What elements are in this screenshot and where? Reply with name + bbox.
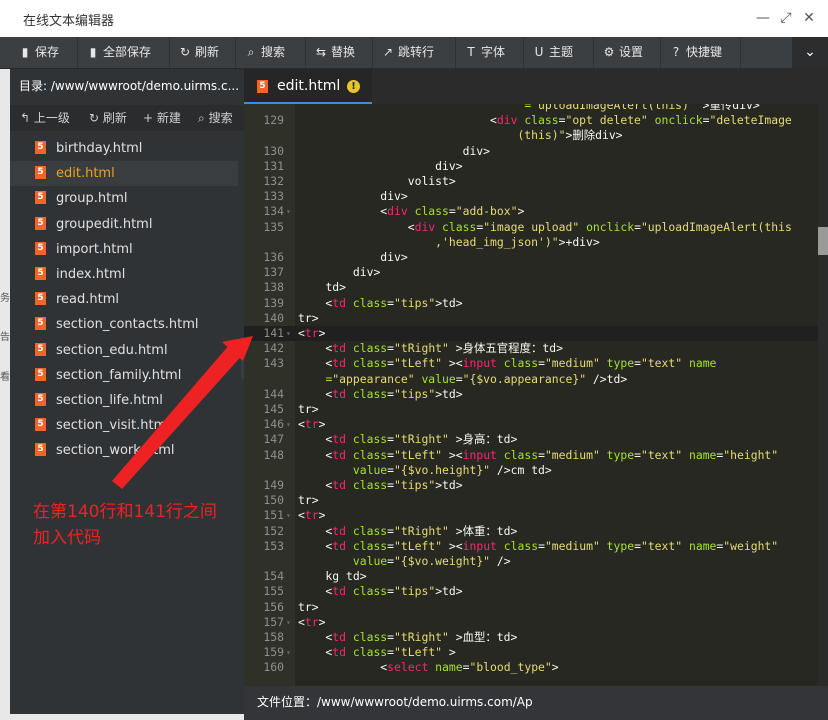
annotation-line-2: 加入代码 xyxy=(33,528,101,548)
annotation-line-1: 在第140行和141行之间 xyxy=(33,502,217,522)
annotation-text: 在第140行和141行之间 加入代码 xyxy=(33,499,217,551)
annotation-arrow xyxy=(112,336,253,489)
